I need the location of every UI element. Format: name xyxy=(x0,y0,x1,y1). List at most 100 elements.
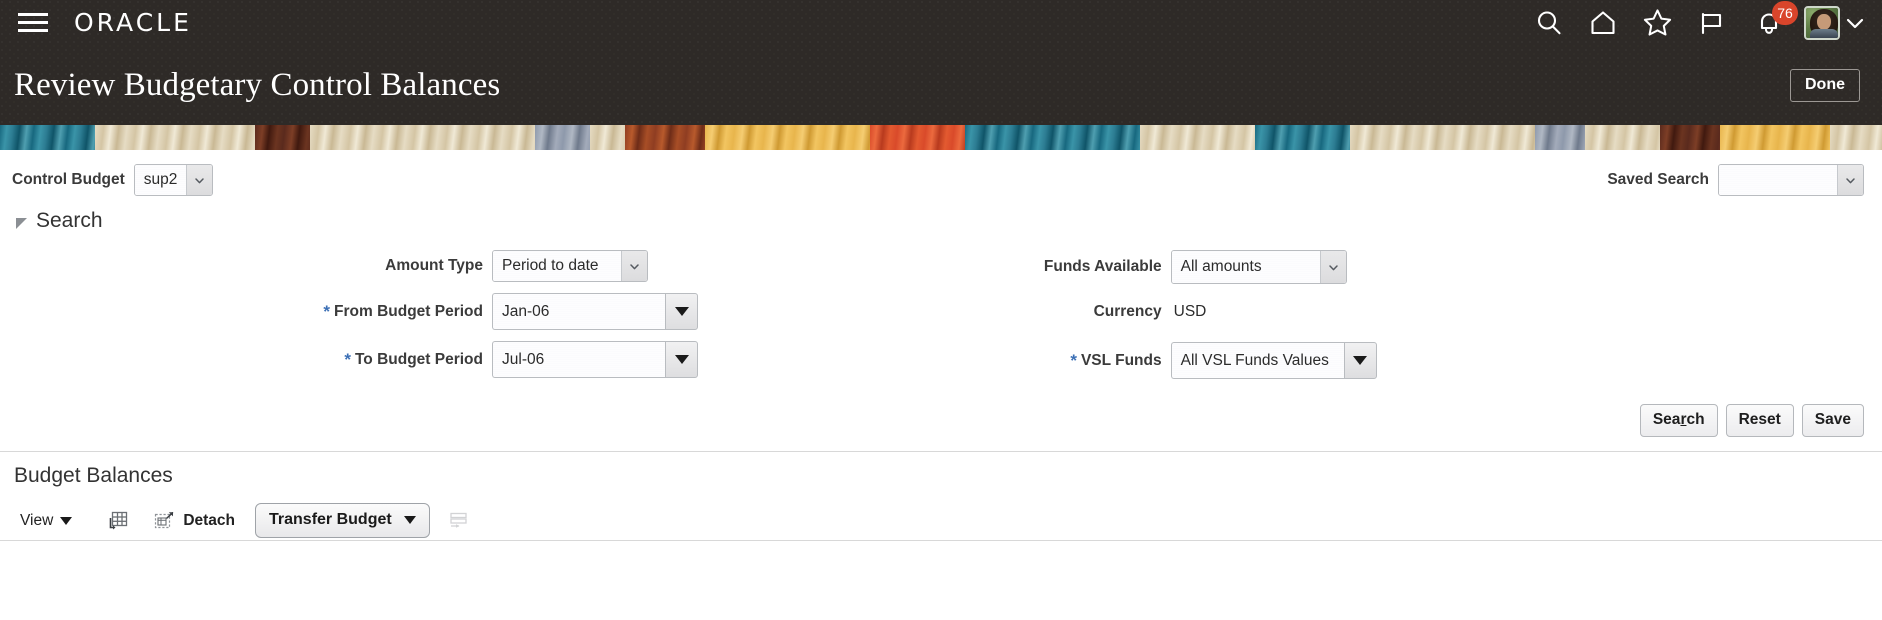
banner-segment xyxy=(1830,125,1882,150)
control-budget-value: sup2 xyxy=(134,165,187,195)
banner-segment xyxy=(1350,125,1535,150)
banner-segment xyxy=(625,125,705,150)
global-header-toolbar: ORACLE 76 xyxy=(0,0,1882,45)
budget-balances-title: Budget Balances xyxy=(14,463,173,487)
saved-search-label: Saved Search xyxy=(1607,171,1709,188)
control-budget-select[interactable]: sup2 xyxy=(133,164,213,196)
caret-down-icon xyxy=(674,355,689,364)
banner-segment xyxy=(1255,125,1350,150)
banner-segment xyxy=(1585,125,1660,150)
banner-segment xyxy=(1660,125,1720,150)
search-action-buttons: Search Reset Save xyxy=(0,390,1882,437)
global-header: ORACLE 76 Review Budgetary Control Balan… xyxy=(0,0,1882,150)
caret-down-icon xyxy=(60,516,73,525)
budget-balances-toolbar: View Detach Transfer Budget xyxy=(0,488,1882,540)
from-budget-period-label: * From Budget Period xyxy=(0,303,492,321)
notification-count-badge[interactable]: 76 xyxy=(1772,1,1798,25)
favorites-star-icon[interactable] xyxy=(1630,0,1684,45)
banner-segment xyxy=(310,125,535,150)
search-icon[interactable] xyxy=(1522,0,1576,45)
control-budget-label: Control Budget xyxy=(12,171,125,188)
banner-segment xyxy=(95,125,255,150)
from-budget-period-dropdown-button[interactable] xyxy=(665,293,698,330)
application-root: ORACLE 76 Review Budgetary Control Balan… xyxy=(0,0,1882,620)
view-menu-label: View xyxy=(20,511,54,529)
currency-value: USD xyxy=(1173,303,1207,320)
currency-label: Currency xyxy=(1093,303,1162,320)
vsl-funds-label-text: VSL Funds xyxy=(1080,351,1162,369)
search-button[interactable]: Search xyxy=(1639,404,1718,437)
funds-available-label: Funds Available xyxy=(1043,258,1162,275)
disclosure-triangle-icon[interactable] xyxy=(16,217,27,229)
toolbar-divider xyxy=(0,539,1882,541)
to-budget-period-lov[interactable]: Jul-06 xyxy=(492,341,698,378)
decorative-banner-strip xyxy=(0,125,1882,150)
to-budget-period-input[interactable]: Jul-06 xyxy=(492,341,665,378)
vsl-funds-input[interactable]: All VSL Funds Values xyxy=(1170,342,1344,379)
oracle-logo[interactable]: ORACLE xyxy=(74,10,192,35)
freeze-columns-icon[interactable] xyxy=(100,506,134,536)
search-panel-disclosure[interactable]: Search xyxy=(0,196,103,236)
reset-button[interactable]: Reset xyxy=(1725,404,1794,437)
done-button[interactable]: Done xyxy=(1790,68,1860,102)
chevron-down-icon[interactable] xyxy=(1837,165,1863,195)
banner-segment xyxy=(965,125,1140,150)
from-budget-period-lov[interactable]: Jan-06 xyxy=(492,293,698,330)
chevron-down-icon[interactable] xyxy=(186,165,212,195)
header-icon-group: 76 xyxy=(1522,0,1870,45)
caret-down-icon xyxy=(1353,356,1368,365)
save-button[interactable]: Save xyxy=(1801,404,1864,437)
field-amount-type: Amount Type Period to date xyxy=(0,250,979,282)
caret-down-icon xyxy=(403,516,416,524)
avatar-body xyxy=(1810,28,1838,38)
banner-segment xyxy=(535,125,590,150)
to-budget-period-label-text: To Budget Period xyxy=(354,350,483,368)
page-content: Control Budget sup2 Saved Search Search … xyxy=(0,150,1882,541)
chevron-down-icon[interactable] xyxy=(621,251,647,281)
search-fields-container: Amount Type Period to date * From Budget… xyxy=(0,236,1882,390)
saved-search-select[interactable] xyxy=(1718,164,1864,196)
banner-segment xyxy=(590,125,625,150)
banner-segment xyxy=(0,125,95,150)
search-panel-title: Search xyxy=(36,209,103,232)
from-budget-period-label-text: From Budget Period xyxy=(334,302,483,320)
search-button-prefix: Sea xyxy=(1652,411,1681,428)
vsl-funds-label: * VSL Funds xyxy=(979,352,1171,370)
field-funds-available: Funds Available All amounts xyxy=(979,250,1882,284)
chevron-down-icon[interactable] xyxy=(1319,251,1346,283)
funds-available-select[interactable]: All amounts xyxy=(1170,250,1347,284)
hamburger-menu-icon[interactable] xyxy=(14,6,52,40)
required-marker: * xyxy=(1070,351,1077,370)
field-currency: Currency USD xyxy=(979,295,1882,329)
banner-segment xyxy=(1535,125,1585,150)
saved-search-value xyxy=(1719,165,1837,195)
to-budget-period-dropdown-button[interactable] xyxy=(665,341,698,378)
banner-segment xyxy=(705,125,870,150)
required-marker: * xyxy=(323,302,331,321)
detach-label: Detach xyxy=(183,511,236,529)
transfer-budget-label: Transfer Budget xyxy=(269,511,392,528)
user-menu-chevron-down-icon[interactable] xyxy=(1840,0,1870,45)
avatar-face xyxy=(1817,13,1831,30)
amount-type-select[interactable]: Period to date xyxy=(492,250,648,282)
banner-segment xyxy=(870,125,965,150)
caret-down-icon xyxy=(674,307,689,316)
export-to-excel-icon xyxy=(442,506,476,536)
banner-segment xyxy=(1720,125,1830,150)
vsl-funds-lov[interactable]: All VSL Funds Values xyxy=(1170,342,1377,379)
page-title: Review Budgetary Control Balances xyxy=(14,66,501,103)
from-budget-period-input[interactable]: Jan-06 xyxy=(492,293,665,330)
vsl-funds-dropdown-button[interactable] xyxy=(1343,342,1377,379)
detach-button[interactable]: Detach xyxy=(146,505,241,537)
banner-segment xyxy=(1140,125,1255,150)
banner-segment xyxy=(255,125,310,150)
control-budget-row: Control Budget sup2 Saved Search xyxy=(0,150,1882,196)
transfer-budget-button[interactable]: Transfer Budget xyxy=(255,503,430,538)
home-icon[interactable] xyxy=(1576,0,1630,45)
search-column-left: Amount Type Period to date * From Budget… xyxy=(0,250,979,390)
notifications-bell-icon[interactable]: 76 xyxy=(1738,0,1800,45)
field-vsl-funds: * VSL Funds All VSL Funds Values xyxy=(979,342,1882,379)
view-menu[interactable]: View xyxy=(14,508,78,534)
user-avatar[interactable] xyxy=(1804,5,1840,40)
flag-icon[interactable] xyxy=(1684,0,1738,45)
